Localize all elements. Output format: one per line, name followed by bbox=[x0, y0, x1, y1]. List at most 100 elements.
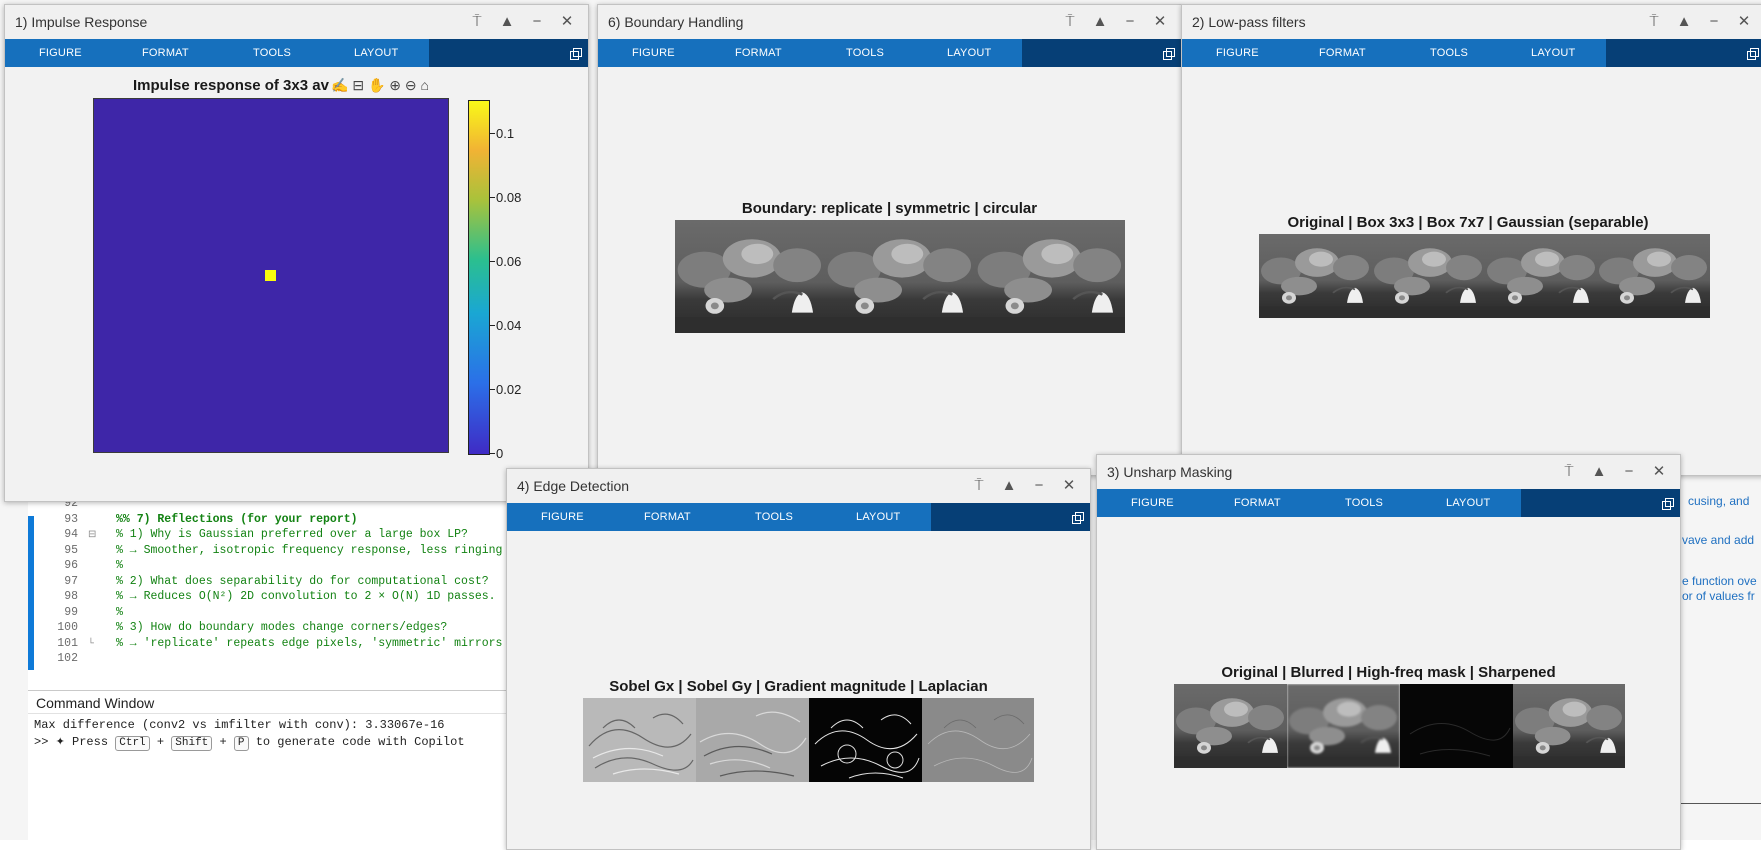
code-line[interactable]: 94 ⊟ % 1) Why is Gaussian preferred over a… bbox=[28, 527, 518, 543]
tab-figure[interactable]: FIGURE bbox=[541, 503, 584, 531]
key-ctrl: Ctrl bbox=[115, 736, 150, 751]
figure-toolstrip: FIGURE FORMAT TOOLS LAYOUT bbox=[1182, 39, 1761, 67]
pin-icon[interactable]: ⍑ bbox=[1055, 5, 1085, 39]
tab-tools[interactable]: TOOLS bbox=[1345, 489, 1383, 517]
tab-tools[interactable]: TOOLS bbox=[755, 503, 793, 531]
tab-format[interactable]: FORMAT bbox=[1234, 489, 1281, 517]
code-line[interactable]: 96% bbox=[28, 558, 518, 574]
close-icon[interactable]: ✕ bbox=[1644, 455, 1674, 489]
tab-format[interactable]: FORMAT bbox=[735, 39, 782, 67]
minimize-icon[interactable]: − bbox=[1115, 5, 1145, 39]
figure-window-low-pass-filters[interactable]: 2) Low-pass filters ⍑ ▲ − ✕ FIGURE FORMA… bbox=[1181, 4, 1761, 476]
fold-marker-icon[interactable]: ⊟ bbox=[88, 528, 102, 543]
vegetables-photo bbox=[1597, 234, 1710, 318]
undock-icon[interactable]: ▲ bbox=[492, 5, 522, 39]
window-titlebar[interactable]: 6) Boundary Handling ⍑ ▲ − ✕ bbox=[598, 5, 1181, 39]
unsharp-image-strip[interactable] bbox=[1174, 684, 1625, 768]
tab-tools[interactable]: TOOLS bbox=[1430, 39, 1468, 67]
window-titlebar[interactable]: 3) Unsharp Masking ⍑ ▲ − ✕ bbox=[1097, 455, 1680, 489]
figure-window-boundary-handling[interactable]: 6) Boundary Handling ⍑ ▲ − ✕ FIGURE FORM… bbox=[597, 4, 1182, 476]
close-icon[interactable]: ✕ bbox=[1145, 5, 1175, 39]
figure-window-impulse-response[interactable]: 1) Impulse Response ⍑ ▲ − ✕ FIGURE FORMA… bbox=[4, 4, 589, 502]
code-line[interactable]: 99% bbox=[28, 605, 518, 621]
tab-layout[interactable]: LAYOUT bbox=[1446, 489, 1490, 517]
impulse-image-axes[interactable] bbox=[93, 98, 449, 453]
pin-icon[interactable]: ⍑ bbox=[462, 5, 492, 39]
window-title: 3) Unsharp Masking bbox=[1107, 464, 1233, 480]
key-shift: Shift bbox=[171, 736, 213, 751]
tab-figure[interactable]: FIGURE bbox=[632, 39, 675, 67]
tab-figure[interactable]: FIGURE bbox=[39, 39, 82, 67]
code-line[interactable]: 97 % 2) What does separability do for com… bbox=[28, 574, 518, 590]
tab-layout[interactable]: LAYOUT bbox=[354, 39, 398, 67]
vegetables-photo bbox=[1287, 684, 1400, 768]
code-line[interactable]: 102 bbox=[28, 651, 518, 667]
dock-icon[interactable] bbox=[570, 48, 582, 60]
command-prompt-line[interactable]: >> ✦ Press Ctrl + Shift + P to generate … bbox=[34, 735, 465, 751]
close-icon[interactable]: ✕ bbox=[552, 5, 582, 39]
undock-icon[interactable]: ▲ bbox=[994, 469, 1024, 503]
undock-icon[interactable]: ▲ bbox=[1085, 5, 1115, 39]
code-line[interactable]: 98 % → Reduces O(N²) 2D convolution to 2 … bbox=[28, 589, 518, 605]
dock-icon[interactable] bbox=[1072, 512, 1084, 524]
doc-text-fragment: e function ove bbox=[1682, 574, 1757, 588]
copilot-hint-prefix: Press bbox=[72, 735, 109, 749]
code-text: % 2) What does separability do for compu… bbox=[116, 574, 489, 588]
vegetables-photo bbox=[1484, 234, 1598, 318]
code-line[interactable]: 100 % 3) How do boundary modes change cor… bbox=[28, 620, 518, 636]
image-panel bbox=[1259, 234, 1372, 318]
pin-icon[interactable]: ⍑ bbox=[1639, 5, 1669, 39]
minimize-icon[interactable]: − bbox=[522, 5, 552, 39]
tab-figure[interactable]: FIGURE bbox=[1216, 39, 1259, 67]
dock-icon[interactable] bbox=[1163, 48, 1175, 60]
window-titlebar[interactable]: 2) Low-pass filters ⍑ ▲ − ✕ bbox=[1182, 5, 1761, 39]
close-icon[interactable]: ✕ bbox=[1729, 5, 1759, 39]
minimize-icon[interactable]: − bbox=[1024, 469, 1054, 503]
dock-icon[interactable] bbox=[1747, 48, 1759, 60]
gradient-magnitude-panel bbox=[809, 698, 922, 782]
figure-window-edge-detection[interactable]: 4) Edge Detection ⍑ ▲ − ✕ FIGURE FORMAT … bbox=[506, 468, 1091, 850]
toolstrip-tabs: FIGURE FORMAT TOOLS LAYOUT bbox=[1097, 489, 1521, 517]
close-icon[interactable]: ✕ bbox=[1054, 469, 1084, 503]
code-text: % → Reduces O(N²) 2D convolution to 2 × … bbox=[116, 590, 496, 603]
window-title: 4) Edge Detection bbox=[517, 478, 630, 494]
fold-marker-icon[interactable]: └ bbox=[88, 637, 102, 652]
tab-layout[interactable]: LAYOUT bbox=[1531, 39, 1575, 67]
vegetables-photo bbox=[1259, 234, 1372, 318]
undock-icon[interactable]: ▲ bbox=[1584, 455, 1614, 489]
pin-icon[interactable]: ⍑ bbox=[1554, 455, 1584, 489]
laplacian-panel bbox=[922, 698, 1034, 782]
code-line[interactable]: 101 └ % → 'replicate' repeats edge pixels,… bbox=[28, 636, 518, 652]
prompt-symbol: >> bbox=[34, 735, 49, 749]
minimize-icon[interactable]: − bbox=[1614, 455, 1644, 489]
image-panel bbox=[825, 220, 975, 333]
colorbar[interactable] bbox=[468, 100, 490, 455]
tab-format[interactable]: FORMAT bbox=[1319, 39, 1366, 67]
boundary-image-strip[interactable] bbox=[675, 220, 1125, 333]
low-pass-image-strip[interactable] bbox=[1259, 234, 1710, 318]
tab-figure[interactable]: FIGURE bbox=[1131, 489, 1174, 517]
code-line[interactable]: 93 %% 7) Reflections (for your report) bbox=[28, 512, 518, 528]
tab-layout[interactable]: LAYOUT bbox=[856, 503, 900, 531]
pin-icon[interactable]: ⍑ bbox=[964, 469, 994, 503]
command-window[interactable] bbox=[28, 714, 518, 840]
tab-layout[interactable]: LAYOUT bbox=[947, 39, 991, 67]
window-titlebar[interactable]: 1) Impulse Response ⍑ ▲ − ✕ bbox=[5, 5, 588, 39]
command-window-title[interactable]: Command Window bbox=[28, 690, 518, 714]
axes-toolbar-icons[interactable]: ✍ ⊟ ✋ ⊕ ⊖ ⌂ bbox=[331, 77, 429, 94]
sobel-gy-panel bbox=[696, 698, 809, 782]
image-panel bbox=[1484, 234, 1598, 318]
line-number: 99 bbox=[64, 605, 78, 619]
tab-format[interactable]: FORMAT bbox=[644, 503, 691, 531]
window-titlebar[interactable]: 4) Edge Detection ⍑ ▲ − ✕ bbox=[507, 469, 1090, 503]
tab-tools[interactable]: TOOLS bbox=[846, 39, 884, 67]
dock-icon[interactable] bbox=[1662, 498, 1674, 510]
edge-image-strip[interactable] bbox=[583, 698, 1034, 782]
tab-tools[interactable]: TOOLS bbox=[253, 39, 291, 67]
minimize-icon[interactable]: − bbox=[1699, 5, 1729, 39]
tab-format[interactable]: FORMAT bbox=[142, 39, 189, 67]
code-line[interactable]: 95 % → Smoother, isotropic frequency resp… bbox=[28, 543, 518, 559]
undock-icon[interactable]: ▲ bbox=[1669, 5, 1699, 39]
figure-window-unsharp-masking[interactable]: 3) Unsharp Masking ⍑ ▲ − ✕ FIGURE FORMAT… bbox=[1096, 454, 1681, 850]
